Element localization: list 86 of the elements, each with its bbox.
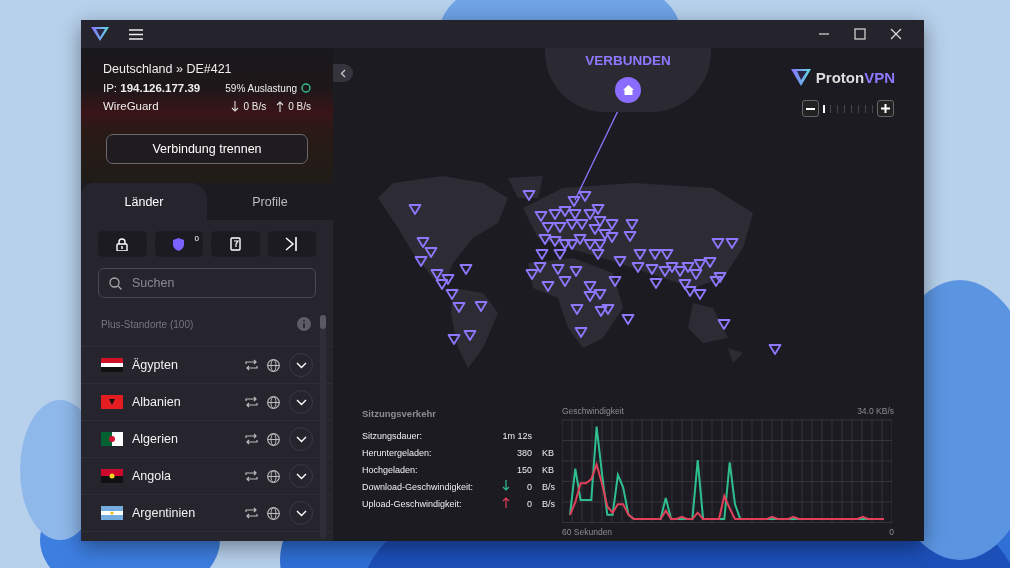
stat-label: Sitzungsdauer: xyxy=(362,430,424,441)
tab[interactable]: Länder xyxy=(81,183,207,220)
flag-icon xyxy=(101,506,123,520)
plus-icon xyxy=(881,104,890,113)
repeat-icon[interactable] xyxy=(245,507,258,519)
globe-icon[interactable] xyxy=(267,432,280,446)
stat-label: Heruntergeladen: xyxy=(362,447,433,458)
protocol-label: WireGuard xyxy=(103,100,159,112)
expand-button[interactable] xyxy=(289,427,313,451)
session-title: Sitzungsverkehr xyxy=(362,408,437,419)
minus-icon xyxy=(806,107,815,110)
graph-time-end: 0 xyxy=(889,527,894,537)
chevron-left-icon xyxy=(340,68,346,78)
netshield-count: 0 xyxy=(194,234,199,243)
brand-name: ProtonVPN xyxy=(815,69,895,86)
graph-title: Geschwindigkeit xyxy=(562,406,624,416)
repeat-icon[interactable] xyxy=(245,396,258,408)
up-arrow-icon xyxy=(276,100,285,112)
logo-icon xyxy=(91,27,109,41)
country-name[interactable]: Argentinien xyxy=(132,506,236,520)
section-title: Plus-Standorte (100) xyxy=(101,318,194,330)
globe-icon[interactable] xyxy=(267,506,280,520)
zoom-out-button[interactable] xyxy=(802,100,819,117)
down-arrow-icon xyxy=(502,480,510,491)
server-name: Deutschland » DE#421 xyxy=(103,62,233,76)
stat-value: 380 xyxy=(516,447,532,458)
flag-icon xyxy=(101,469,123,483)
country-name[interactable]: Ägypten xyxy=(132,358,236,372)
load-ring-icon xyxy=(301,83,311,93)
server-load: 59% Auslastung xyxy=(225,82,297,94)
down-arrow-icon xyxy=(231,100,240,112)
country-name[interactable]: Angola xyxy=(132,469,236,483)
globe-icon[interactable] xyxy=(267,469,280,483)
netshield-filter-button[interactable]: 0 xyxy=(154,231,203,257)
arrow-to-bar-icon xyxy=(285,237,299,251)
stat-value: 150 xyxy=(516,464,532,475)
search-input[interactable]: Suchen xyxy=(130,275,284,291)
graph-max: 34.0 KB/s xyxy=(857,406,894,416)
upload-rate: 0 B/s xyxy=(288,100,311,112)
repeat-icon[interactable] xyxy=(245,470,258,482)
flag-icon xyxy=(101,395,123,409)
chevron-down-icon xyxy=(295,398,307,406)
streaming-filter-button[interactable] xyxy=(211,231,260,257)
globe-icon[interactable] xyxy=(267,358,280,372)
home-icon xyxy=(622,85,634,95)
flag-icon xyxy=(101,358,123,372)
lock-icon xyxy=(116,237,129,251)
stat-unit: B/s xyxy=(541,498,555,509)
ip-address: IP: 194.126.177.39 xyxy=(103,82,201,94)
stat-value: 1m 12s xyxy=(502,430,532,441)
stat-unit: KB xyxy=(541,447,554,458)
flag-icon xyxy=(101,432,123,446)
stat-value: 0 xyxy=(526,498,532,509)
tab[interactable]: Profile xyxy=(207,183,333,220)
stat-label: Download-Geschwindigkeit: xyxy=(362,481,475,492)
menu-icon[interactable] xyxy=(129,28,143,40)
up-arrow-icon xyxy=(502,497,510,508)
stat-value: 0 xyxy=(526,481,532,492)
chevron-down-icon xyxy=(295,361,307,369)
stat-label: Hochgeladen: xyxy=(362,464,419,475)
collapse-button[interactable] xyxy=(333,64,353,82)
chevron-down-icon xyxy=(295,435,307,443)
logo-icon xyxy=(790,69,811,86)
secure-core-filter-button[interactable] xyxy=(98,231,147,257)
chevron-down-icon xyxy=(295,509,307,517)
p2p-filter-button[interactable] xyxy=(267,231,316,257)
disconnect-button[interactable]: Verbindung trennen xyxy=(106,134,308,164)
country-name[interactable]: Algerien xyxy=(132,432,236,446)
stat-label: Upload-Geschwindigkeit: xyxy=(362,498,463,509)
download-rate: 0 B/s xyxy=(243,100,267,112)
stat-unit: B/s xyxy=(541,481,555,492)
home-button[interactable] xyxy=(615,77,641,103)
chevron-down-icon xyxy=(295,472,307,480)
repeat-icon[interactable] xyxy=(245,359,258,371)
globe-icon[interactable] xyxy=(267,395,280,409)
shield-icon xyxy=(173,237,185,251)
search-field[interactable]: Suchen xyxy=(98,268,316,298)
zoom-in-button[interactable] xyxy=(877,100,894,117)
repeat-icon[interactable] xyxy=(245,433,258,445)
graph-time-start: 60 Sekunden xyxy=(562,527,613,537)
card-icon xyxy=(229,237,241,251)
search-icon xyxy=(109,276,122,290)
country-name[interactable]: Albanien xyxy=(132,395,236,409)
stat-unit: KB xyxy=(541,464,554,475)
connection-status: VERBUNDEN xyxy=(585,53,671,68)
scrollbar[interactable] xyxy=(320,315,326,539)
